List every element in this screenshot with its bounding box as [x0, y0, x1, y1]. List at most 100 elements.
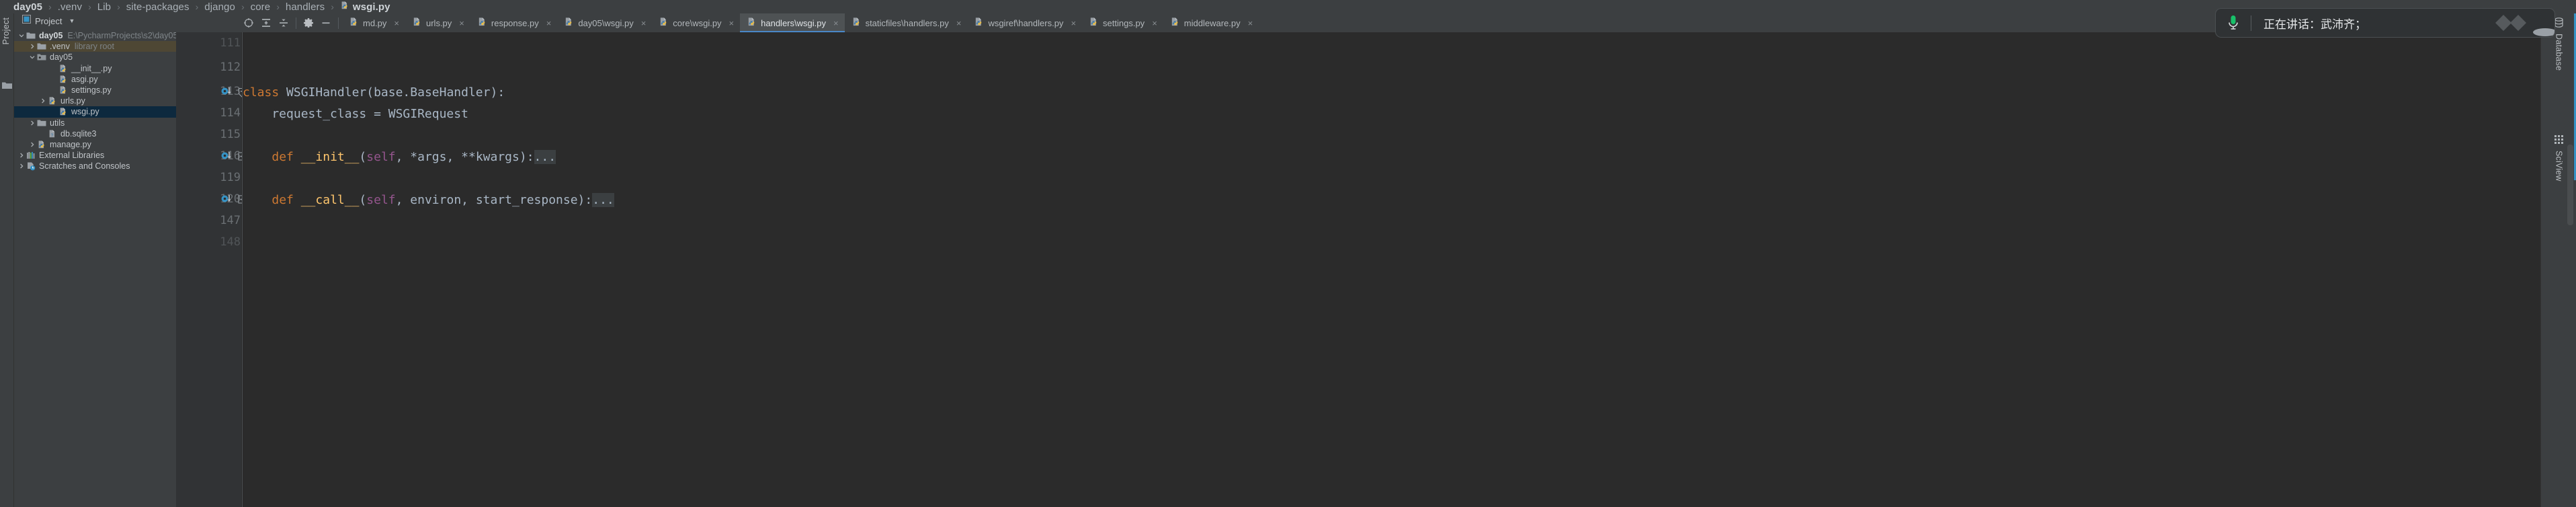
- project-tree[interactable]: day05E:\PycharmProjects\s2\day05.venvlib…: [14, 28, 176, 507]
- tree-row[interactable]: __init__.py: [14, 63, 176, 74]
- tree-item-subtitle: library root: [75, 42, 114, 51]
- tree-row[interactable]: settings.py: [14, 85, 176, 95]
- chevron-down-icon[interactable]: [29, 54, 36, 61]
- close-icon[interactable]: ×: [394, 19, 399, 28]
- breadcrumb-item[interactable]: site-packages: [126, 1, 190, 13]
- line-number: 147: [177, 214, 241, 227]
- right-rail-label: SciView: [2554, 151, 2564, 182]
- voice-status-overlay[interactable]: 正在讲话：武沛齐；: [2215, 8, 2555, 38]
- tree-row[interactable]: utils: [14, 118, 176, 128]
- editor-tab[interactable]: wsgiref\handlers.py ×: [967, 13, 1082, 32]
- editor-tab[interactable]: md.py ×: [342, 13, 405, 32]
- tree-row[interactable]: ?db.sqlite3: [14, 128, 176, 139]
- close-icon[interactable]: ×: [641, 19, 647, 28]
- chevron-down-icon[interactable]: ▼: [69, 17, 75, 24]
- editor-tab[interactable]: response.py×: [470, 13, 557, 32]
- project-panel-header[interactable]: Project ▼: [14, 13, 176, 28]
- code-token: class: [243, 85, 286, 100]
- close-icon[interactable]: ×: [956, 19, 962, 28]
- rail-item-project[interactable]: Project: [1, 17, 11, 44]
- breadcrumb-item[interactable]: Lib: [97, 1, 111, 13]
- tree-row[interactable]: manage.py: [14, 139, 176, 150]
- line-number-gutter[interactable]: 111112113114115116119120147148: [176, 32, 241, 507]
- microphone-icon[interactable]: [2216, 14, 2251, 32]
- expand-all-icon[interactable]: [257, 14, 275, 32]
- chevron-right-icon[interactable]: [29, 141, 36, 148]
- python-file-icon: [340, 1, 349, 13]
- chevron-right-icon[interactable]: [29, 120, 36, 126]
- python-file-icon: [659, 17, 669, 29]
- code-line[interactable]: request_class = WSGIRequest: [243, 108, 468, 121]
- close-icon[interactable]: ×: [833, 19, 839, 28]
- overlay-handle[interactable]: [2532, 26, 2555, 38]
- breadcrumb-current-file[interactable]: wsgi.py: [353, 1, 390, 13]
- run-gutter-icon[interactable]: [220, 85, 234, 99]
- tree-row[interactable]: External Libraries: [14, 150, 176, 161]
- tree-row[interactable]: .venvlibrary root: [14, 41, 176, 52]
- editor-tab-label: wsgiref\handlers.py: [988, 18, 1063, 28]
- close-icon[interactable]: ×: [1152, 19, 1157, 28]
- hide-icon[interactable]: [317, 14, 335, 32]
- editor-tabs[interactable]: md.py×urls.py×response.py×day05\wsgi.py×…: [342, 13, 2540, 32]
- chevron-right-icon[interactable]: [40, 98, 46, 104]
- chevron-right-icon[interactable]: [18, 152, 25, 159]
- close-icon[interactable]: ×: [1248, 19, 1253, 28]
- tree-row[interactable]: day05E:\PycharmProjects\s2\day05: [14, 30, 176, 41]
- close-icon[interactable]: ×: [546, 19, 552, 28]
- breadcrumb-item[interactable]: day05: [13, 1, 42, 13]
- run-gutter-icon[interactable]: [220, 193, 234, 206]
- editor-tab[interactable]: handlers\wsgi.py ×: [740, 13, 844, 32]
- close-icon[interactable]: ×: [729, 19, 735, 28]
- locate-icon[interactable]: [240, 14, 257, 32]
- tree-row[interactable]: asgi.py: [14, 74, 176, 85]
- right-tool-rail: DatabaseSciView: [2540, 13, 2576, 507]
- close-icon[interactable]: ×: [459, 19, 464, 28]
- editor-tab-label: handlers\wsgi.py: [761, 18, 826, 28]
- editor-tab[interactable]: day05\wsgi.py×: [557, 13, 652, 32]
- code-line[interactable]: def __call__(self, environ, start_respon…: [243, 194, 614, 207]
- editor-tab[interactable]: settings.py×: [1082, 13, 1163, 32]
- run-gutter-icon[interactable]: [220, 150, 234, 163]
- tree-row[interactable]: wsgi.py: [14, 106, 176, 117]
- line-number: 148: [177, 235, 241, 249]
- tree-row[interactable]: day05: [14, 52, 176, 63]
- project-panel-title: Project: [35, 16, 62, 26]
- gear-icon[interactable]: [300, 14, 317, 32]
- python-file-icon: [477, 17, 487, 29]
- folder-icon: [37, 118, 46, 128]
- editor-tab-label: core\wsgi.py: [673, 18, 721, 28]
- code-line[interactable]: class WSGIHandler(base.BaseHandler):: [243, 86, 505, 100]
- close-icon[interactable]: ×: [1071, 19, 1076, 28]
- right-rail-item[interactable]: SciView: [2541, 134, 2576, 182]
- tree-row[interactable]: Scratches and Consoles: [14, 161, 176, 171]
- editor-tab[interactable]: urls.py×: [405, 13, 470, 32]
- code-text[interactable]: class WSGIHandler(base.BaseHandler): req…: [243, 32, 2540, 507]
- tree-item-label: day05: [50, 52, 73, 62]
- editor-tab-label: md.py: [363, 18, 386, 28]
- breadcrumb-separator-icon: ›: [276, 1, 280, 12]
- code-token: , environ, start_response):: [396, 193, 593, 207]
- breadcrumb-item[interactable]: .venv: [58, 1, 82, 13]
- folder-icon[interactable]: [2, 81, 12, 89]
- breadcrumb-item[interactable]: django: [204, 1, 235, 13]
- chevron-right-icon[interactable]: [29, 43, 36, 50]
- code-token: [243, 193, 272, 207]
- python-file-icon: [48, 96, 57, 106]
- breadcrumb-item[interactable]: core: [251, 1, 271, 13]
- code-token: [243, 150, 272, 164]
- module-folder-icon: [37, 52, 46, 62]
- code-pane[interactable]: 111112113114115116119120147148 class WSG…: [176, 32, 2540, 507]
- breadcrumb-item[interactable]: handlers: [286, 1, 325, 13]
- editor-tab[interactable]: core\wsgi.py ×: [652, 13, 740, 32]
- tree-item-label: External Libraries: [39, 151, 104, 160]
- collapse-all-icon[interactable]: [275, 14, 292, 32]
- tree-item-label: __init__.py: [71, 64, 112, 73]
- tree-row[interactable]: urls.py: [14, 95, 176, 106]
- chevron-right-icon[interactable]: [18, 163, 25, 169]
- editor-tab[interactable]: middleware.py ×: [1163, 13, 1259, 32]
- line-number: 115: [177, 128, 241, 141]
- chevron-down-icon[interactable]: [18, 32, 25, 39]
- code-line[interactable]: def __init__(self, *args, **kwargs):...: [243, 151, 556, 164]
- editor-tab[interactable]: staticfiles\handlers.py×: [845, 13, 968, 32]
- editor-tab-label: middleware.py: [1184, 18, 1241, 28]
